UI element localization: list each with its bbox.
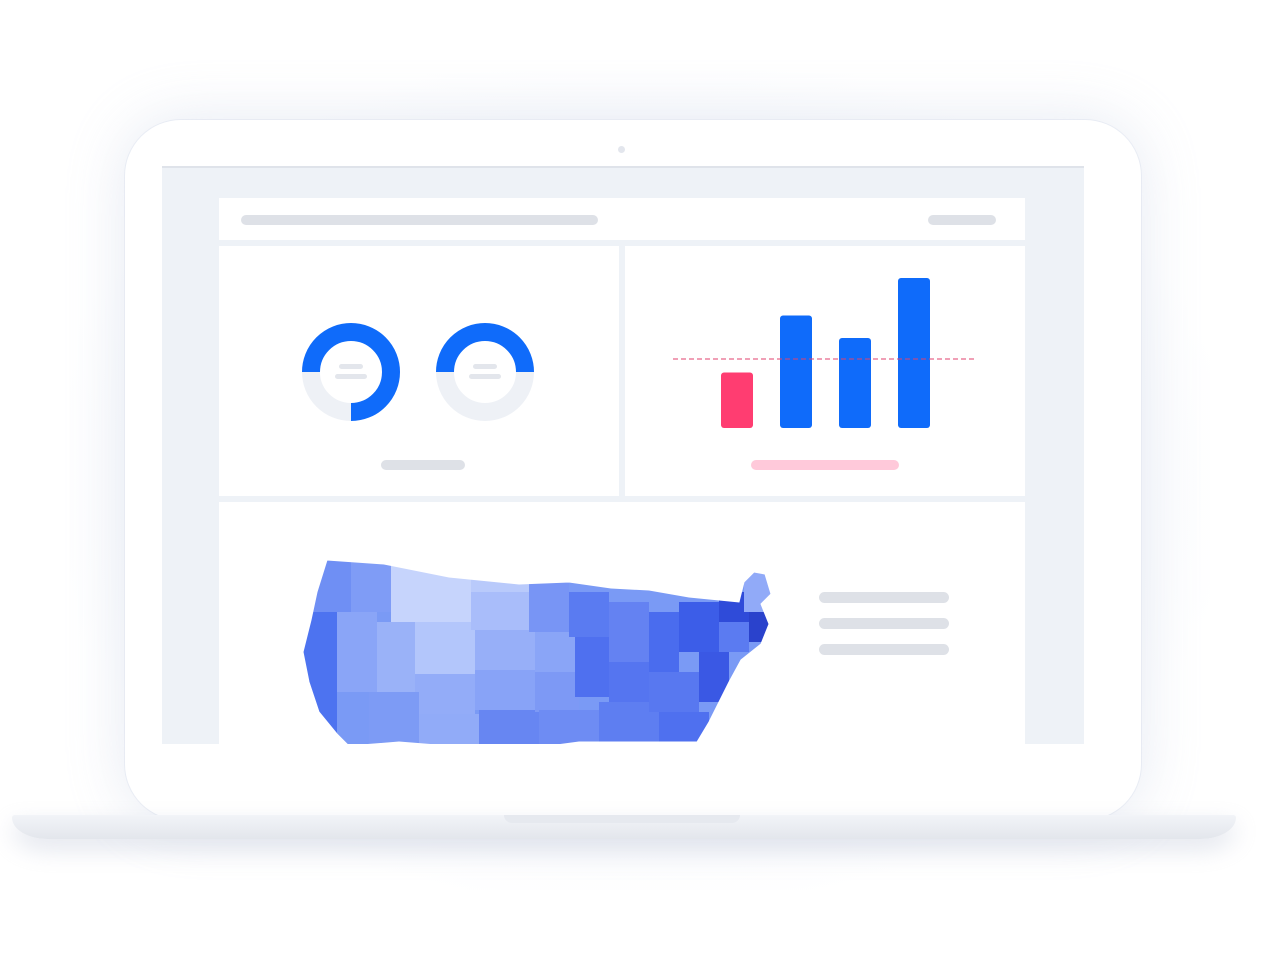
map-legend-line-1 bbox=[819, 592, 949, 603]
map-region[interactable] bbox=[659, 712, 709, 744]
map-region[interactable] bbox=[475, 630, 535, 670]
map-region[interactable] bbox=[535, 632, 575, 672]
map-region[interactable] bbox=[719, 622, 749, 652]
map-region[interactable] bbox=[377, 622, 415, 692]
map-legend-line-3 bbox=[819, 644, 949, 655]
map-region[interactable] bbox=[609, 662, 649, 702]
donut-caption-placeholder bbox=[381, 460, 465, 470]
bar-2[interactable] bbox=[780, 315, 812, 429]
header-action-placeholder[interactable] bbox=[928, 215, 996, 225]
map-legend-line-2 bbox=[819, 618, 949, 629]
map-region[interactable] bbox=[569, 592, 609, 637]
map-region[interactable] bbox=[529, 572, 569, 632]
map-region[interactable] bbox=[539, 710, 599, 744]
map-region[interactable] bbox=[351, 552, 391, 612]
map-region[interactable] bbox=[535, 672, 579, 712]
map-region[interactable] bbox=[699, 652, 729, 702]
bar-chart-panel bbox=[625, 246, 1025, 496]
map-region[interactable] bbox=[609, 602, 649, 662]
map-region[interactable] bbox=[575, 637, 609, 697]
bar-1[interactable] bbox=[721, 372, 753, 429]
map-region[interactable] bbox=[369, 692, 419, 744]
map-region[interactable] bbox=[415, 622, 475, 674]
map-region[interactable] bbox=[479, 710, 539, 744]
map-region[interactable] bbox=[749, 612, 774, 642]
donut-label-placeholder bbox=[335, 374, 367, 379]
map-region[interactable] bbox=[391, 552, 471, 622]
map-region[interactable] bbox=[419, 714, 479, 744]
donut-label-placeholder bbox=[469, 374, 501, 379]
map-region[interactable] bbox=[415, 674, 475, 714]
map-region[interactable] bbox=[299, 612, 337, 744]
donut-panel bbox=[219, 246, 619, 496]
camera-icon bbox=[618, 146, 625, 153]
header-panel bbox=[219, 198, 1025, 240]
laptop-screen bbox=[162, 166, 1084, 744]
header-title-placeholder bbox=[241, 215, 598, 225]
donut-label-placeholder bbox=[473, 364, 497, 369]
bar-4[interactable] bbox=[898, 278, 930, 428]
donut-chart-2 bbox=[436, 323, 534, 421]
map-region[interactable] bbox=[649, 612, 679, 672]
map-panel bbox=[219, 502, 1025, 744]
map-region[interactable] bbox=[679, 602, 719, 652]
donut-chart-1 bbox=[302, 323, 400, 421]
bar-3[interactable] bbox=[839, 338, 871, 428]
bar-chart bbox=[673, 278, 977, 429]
map-region[interactable] bbox=[475, 670, 535, 710]
bar-chart-caption-placeholder bbox=[751, 460, 899, 470]
donut-label-placeholder bbox=[339, 364, 363, 369]
map-region[interactable] bbox=[471, 552, 529, 592]
map-region[interactable] bbox=[337, 612, 377, 692]
donut-charts bbox=[302, 323, 534, 421]
map-region[interactable] bbox=[649, 672, 699, 712]
laptop-notch bbox=[504, 815, 740, 823]
map-region[interactable] bbox=[471, 592, 531, 630]
map-regions bbox=[299, 552, 774, 744]
